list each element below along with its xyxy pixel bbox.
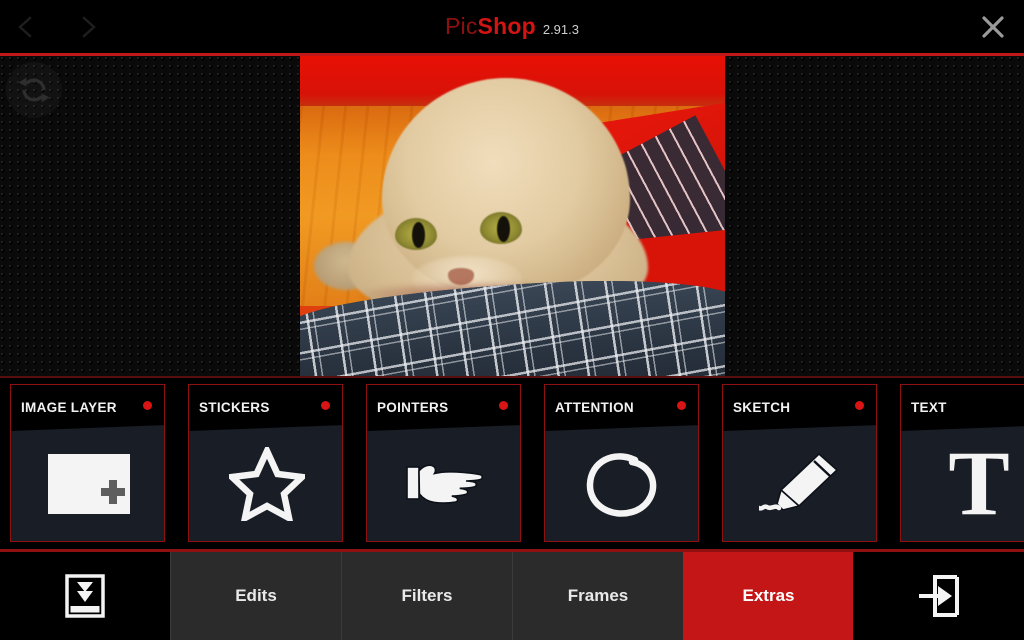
tool-card-text[interactable]: TEXT T (900, 384, 1024, 542)
svg-text:T: T (948, 444, 1009, 524)
tool-card-attention[interactable]: ATTENTION (544, 384, 699, 542)
bottom-navigation-bar: Edits Filters Frames Extras (0, 552, 1024, 640)
tool-card-header: POINTERS (367, 385, 520, 429)
tab-filters[interactable]: Filters (341, 552, 512, 640)
pointing-hand-icon (405, 464, 483, 504)
picshop-app-window: PicShop 2.91.3 IMAGE LAYER STICKERS POIN… (0, 0, 1024, 640)
title-bar: PicShop 2.91.3 (0, 0, 1024, 53)
canvas-divider (0, 376, 1024, 378)
tool-card-header: TEXT (901, 385, 1024, 429)
status-dot (143, 401, 152, 410)
tool-card-pointers[interactable]: POINTERS (366, 384, 521, 542)
tool-card-stickers[interactable]: STICKERS (188, 384, 343, 542)
export-arrow-icon (918, 575, 959, 617)
tab-extras[interactable]: Extras (683, 552, 853, 640)
image-canvas-area (0, 56, 1024, 378)
status-dot (677, 401, 686, 410)
status-dot (321, 401, 330, 410)
tool-card-label: IMAGE LAYER (21, 399, 117, 415)
tool-card-sketch[interactable]: SKETCH (722, 384, 877, 542)
save-button[interactable] (0, 552, 170, 640)
refresh-icon (18, 77, 50, 103)
tool-card-body (11, 425, 164, 541)
circle-scribble-icon (586, 453, 656, 517)
tab-frames[interactable]: Frames (512, 552, 683, 640)
tool-card-header: ATTENTION (545, 385, 698, 429)
refresh-button[interactable] (6, 62, 62, 118)
star-icon (228, 447, 305, 521)
status-dot (499, 401, 508, 410)
kitten-photo[interactable] (300, 56, 725, 376)
app-title-shop: Shop (477, 13, 536, 39)
tool-card-label: SKETCH (733, 399, 791, 415)
app-title: PicShop 2.91.3 (0, 0, 1024, 53)
app-title-text: PicShop (445, 15, 536, 38)
app-title-pic: Pic (444, 13, 478, 39)
tool-card-body (723, 425, 876, 541)
tool-card-header: STICKERS (189, 385, 342, 429)
save-photo-icon (65, 574, 105, 618)
tool-card-body (189, 425, 342, 541)
close-icon (982, 16, 1004, 38)
text-t-icon: T (948, 444, 1009, 524)
tool-card-body: T (901, 425, 1024, 541)
share-button[interactable] (853, 552, 1024, 640)
tool-card-label: STICKERS (199, 399, 270, 415)
tool-cards-row: IMAGE LAYER STICKERS POINTERS ATTENTION … (0, 384, 1024, 546)
tool-card-header: SKETCH (723, 385, 876, 429)
image-plus-icon (47, 454, 130, 514)
tool-card-image-layer[interactable]: IMAGE LAYER (10, 384, 165, 542)
tool-card-label: ATTENTION (555, 399, 634, 415)
pencil-icon (758, 452, 838, 511)
tool-card-body (367, 425, 520, 541)
tool-card-label: TEXT (911, 399, 947, 415)
close-button[interactable] (976, 10, 1010, 44)
tool-card-label: POINTERS (377, 399, 449, 415)
tool-card-body (545, 425, 698, 541)
tab-edits[interactable]: Edits (170, 552, 341, 640)
app-version: 2.91.3 (542, 22, 579, 37)
status-dot (855, 401, 864, 410)
tool-card-header: IMAGE LAYER (11, 385, 164, 429)
